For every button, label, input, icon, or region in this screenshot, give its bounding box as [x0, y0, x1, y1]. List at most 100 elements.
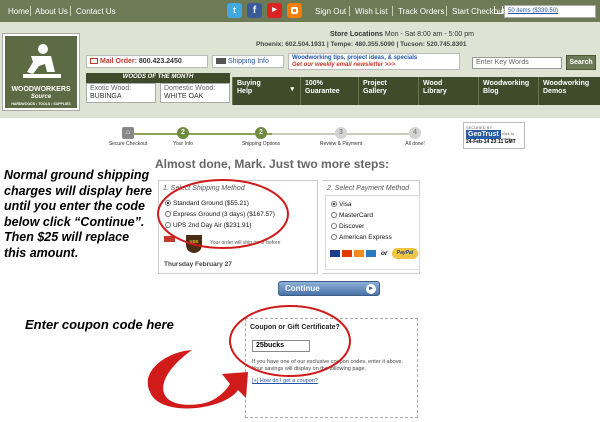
nav-project-gallery[interactable]: Project Gallery [358, 77, 418, 105]
step-number: 2 [255, 127, 267, 139]
search-input[interactable]: Enter Key Words [472, 57, 562, 69]
radio-button[interactable] [165, 211, 171, 218]
option-label: Discover [339, 223, 365, 230]
radio-button[interactable] [331, 212, 337, 219]
nav-label: Buying Help [237, 80, 261, 95]
payment-option-mastercard[interactable]: MasterCard [331, 212, 373, 219]
shipping-info-label: Shipping Info [228, 58, 269, 65]
store-hours: Store Locations Mon - Sat 8:00 am - 5:00… [330, 31, 474, 38]
coupon-help-text: If you have one of our exclusive coupon … [252, 359, 404, 372]
continue-label: Continue [285, 284, 320, 293]
payment-method-heading: 2. Select Payment Method [327, 185, 410, 192]
option-label: Standard Ground ($55.21) [173, 200, 249, 207]
radio-button[interactable] [165, 222, 171, 229]
nav-woodworking-demos[interactable]: Woodworking Demos [538, 77, 600, 105]
radio-button[interactable] [331, 201, 337, 208]
woods-of-month-heading: WOODS OF THE MONTH [86, 73, 230, 83]
nav-label: 100% Guarantee [305, 80, 340, 95]
truck-icon [164, 236, 175, 242]
option-label: Express Ground (3 days) ($167.57) [173, 211, 275, 218]
divider [446, 6, 447, 16]
facebook-icon[interactable]: f [247, 3, 262, 18]
divider [349, 6, 350, 16]
domestic-wood-box[interactable]: Domestic Wood: WHITE OAK [160, 83, 230, 103]
radio-button[interactable] [331, 234, 337, 241]
domestic-wood-value: WHITE OAK [164, 93, 204, 100]
divider [70, 6, 71, 16]
step-label: Shipping Options [241, 141, 281, 147]
shipping-info-link[interactable]: Shipping Info [212, 55, 284, 68]
coupon-help-link[interactable]: [+] How do I get a coupon? [252, 378, 318, 384]
shipping-option-standard[interactable]: Standard Ground ($55.21) [165, 200, 249, 207]
annotation-coupon-note: Enter coupon code here [25, 317, 174, 332]
nav-label: Woodworking Demos [543, 80, 590, 95]
domestic-wood-label: Domestic Wood: [164, 85, 216, 92]
lock-icon: ⌂ [122, 127, 134, 139]
top-link-about[interactable]: About Us [35, 7, 68, 16]
chevron-down-icon: ▾ [290, 86, 294, 93]
twitter-icon[interactable]: t [227, 3, 242, 18]
shipping-method-heading: 1. Select Shipping Method [163, 185, 245, 192]
nav-label: Woodworking Blog [483, 80, 530, 95]
radio-button[interactable] [331, 223, 337, 230]
nav-woodworking-blog[interactable]: Woodworking Blog [478, 77, 538, 105]
exotic-wood-label: Exotic Wood: [90, 85, 132, 92]
truck-icon [216, 58, 226, 65]
cart-summary[interactable]: 50 items ($339.50) [504, 5, 596, 18]
divider [392, 6, 393, 16]
shipping-option-express[interactable]: Express Ground (3 days) ($167.57) [165, 211, 275, 218]
nav-wood-library[interactable]: Wood Library [418, 77, 478, 105]
continue-button[interactable]: Continue ▸ [278, 281, 380, 296]
woodworker-figure-icon [23, 44, 61, 78]
blogger-icon[interactable] [287, 3, 302, 18]
payment-option-amex[interactable]: American Express [331, 234, 392, 241]
top-link-wish-list[interactable]: Wish List [355, 7, 387, 16]
newsletter-link[interactable]: Woodworking tips, project ideas, & speci… [288, 53, 460, 70]
payment-or: or [381, 250, 388, 257]
option-label: Visa [339, 201, 352, 208]
option-label: UPS 2nd Day Air ($231.91) [173, 222, 252, 229]
logo-text-main: WOODWORKERS [11, 86, 71, 93]
exotic-wood-box[interactable]: Exotic Wood: BUBINGA [86, 83, 156, 103]
nav-buying-help[interactable]: Buying Help ▾ [232, 77, 300, 105]
payment-option-visa[interactable]: Visa [331, 201, 352, 208]
paypal-button[interactable]: PayPal [392, 248, 418, 259]
annotation-shipping-note: Normal ground shipping charges will disp… [4, 168, 152, 260]
annotation-arrow-icon [147, 350, 248, 409]
option-label: American Express [339, 234, 392, 241]
checkout-steps: ⌂ Secure Checkout 2 Your Info 2 Shipping… [105, 126, 435, 151]
store-phones: Phoenix: 602.504.1931 | Tempe: 480.355.5… [256, 41, 467, 48]
newsletter-line2: Get our weekly email newsletter >>> [292, 62, 396, 68]
discover-card-icon [354, 250, 364, 257]
newsletter-line1: Woodworking tips, project ideas, & speci… [292, 55, 418, 61]
envelope-icon [90, 58, 98, 65]
step-number: 3 [335, 127, 347, 139]
top-bar: Home About Us Contact Us t f ▶ Sign Out … [0, 0, 600, 22]
top-link-home[interactable]: Home [8, 7, 29, 16]
site-logo[interactable]: WOODWORKERS Source HARDWOODS • TOOLS • S… [2, 33, 80, 111]
step-number: 4 [409, 127, 421, 139]
mastercard-icon [342, 250, 352, 257]
step-label: Your Info [173, 141, 193, 147]
cart-icon[interactable] [494, 6, 503, 14]
coupon-code-input[interactable]: 25bucks [252, 340, 310, 352]
top-link-sign-out[interactable]: Sign Out [315, 7, 346, 16]
exotic-wood-value: BUBINGA [90, 93, 122, 100]
amex-card-icon [366, 250, 376, 257]
youtube-icon[interactable]: ▶ [267, 3, 282, 18]
step-number: 2 [177, 127, 189, 139]
logo-tagline: HARDWOODS • TOOLS • SUPPLIES [11, 102, 71, 106]
payment-option-discover[interactable]: Discover [331, 223, 364, 230]
radio-button[interactable] [165, 200, 171, 207]
search-button[interactable]: Search [566, 55, 596, 70]
coupon-heading: Coupon or Gift Certificate? [250, 324, 340, 331]
geotrust-seal[interactable]: SECURED BY GeoTrust click to verify 24-F… [463, 122, 525, 149]
top-link-contact[interactable]: Contact Us [76, 7, 116, 16]
nav-guarantee[interactable]: 100% Guarantee [300, 77, 358, 105]
progress-line-done [127, 133, 272, 135]
ship-date: Thursday February 27 [164, 261, 232, 268]
step-label: Secure Checkout [108, 141, 148, 147]
shipping-option-ups[interactable]: UPS 2nd Day Air ($231.91) [165, 222, 251, 229]
top-link-track-orders[interactable]: Track Orders [398, 7, 444, 16]
ship-date-note: Your order will ship on or before [210, 240, 281, 246]
